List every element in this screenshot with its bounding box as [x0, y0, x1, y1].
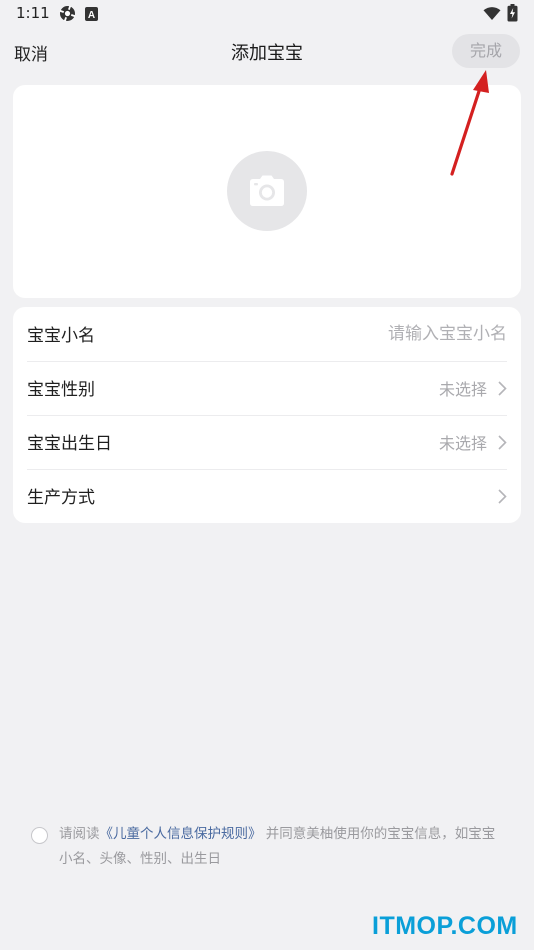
- form-row-gender[interactable]: 宝宝性别 未选择: [27, 361, 507, 416]
- avatar-upload-button[interactable]: [227, 151, 307, 231]
- delivery-method-label: 生产方式: [27, 488, 95, 508]
- privacy-rules-link[interactable]: 《儿童个人信息保护规则》: [100, 826, 262, 842]
- status-time: 1:11: [16, 4, 50, 22]
- birthday-label: 宝宝出生日: [27, 434, 112, 454]
- gender-value: 未选择: [438, 380, 487, 399]
- camera-icon: [250, 175, 284, 206]
- form-row-birthday[interactable]: 宝宝出生日 未选择: [27, 415, 507, 470]
- annotation-arrow-icon: [450, 70, 489, 176]
- watermark: ITMOP.COM: [372, 912, 518, 940]
- form-row-nickname[interactable]: 宝宝小名: [27, 307, 507, 362]
- chevron-right-icon: [498, 381, 507, 396]
- nickname-input[interactable]: [247, 319, 507, 349]
- birthday-value: 未选择: [438, 434, 487, 453]
- baby-info-form: 宝宝小名 宝宝性别 未选择 宝宝出生日 未选择 生产方式: [13, 307, 521, 523]
- battery-icon: [507, 4, 518, 26]
- agreement-checkbox[interactable]: [31, 827, 48, 844]
- chevron-right-icon: [498, 435, 507, 450]
- wifi-icon: [483, 6, 501, 25]
- form-row-delivery-method[interactable]: 生产方式: [27, 469, 507, 523]
- a-badge-icon: A: [85, 6, 98, 25]
- gear-icon: [59, 5, 76, 26]
- chevron-right-icon: [498, 489, 507, 504]
- gender-label: 宝宝性别: [27, 380, 95, 400]
- agreement-text: 请阅读《儿童个人信息保护规则》 并同意美柚使用你的宝宝信息，如宝宝小名、头像、性…: [59, 822, 504, 872]
- a-badge-letter: A: [88, 10, 95, 21]
- nickname-label: 宝宝小名: [27, 326, 95, 346]
- status-bar: 1:11 A: [0, 0, 534, 28]
- agreement-prefix: 请阅读: [59, 826, 100, 842]
